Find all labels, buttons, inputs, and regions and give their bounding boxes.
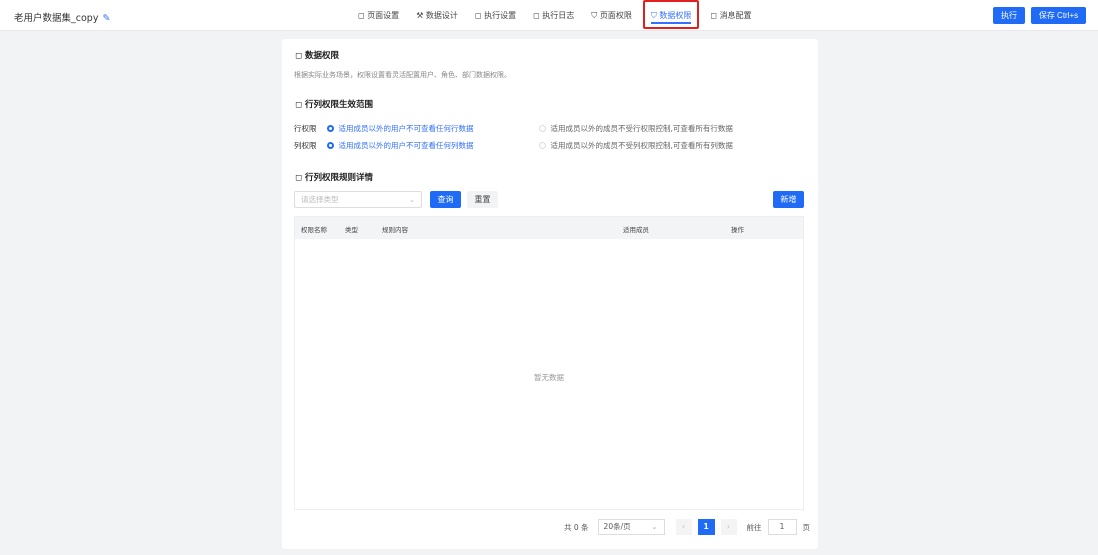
add-button[interactable]: 新增 xyxy=(773,191,804,208)
section-title: ◻ 数据权限 xyxy=(295,51,340,61)
total-count: 共 0 条 xyxy=(564,522,589,532)
goto-label: 前往 xyxy=(746,522,762,532)
tab-label: 执行日志 xyxy=(542,11,575,20)
top-bar: 老用户数据集_copy ✎ ◻ 页面设置 ⚒ 数据设计 ◻ 执行设置 ◻ 执行日志… xyxy=(0,0,1098,31)
radio-row-restrict[interactable] xyxy=(326,125,334,132)
bookmark-icon: ◻ xyxy=(533,11,540,20)
title-text: 行列权限生效范围 xyxy=(305,100,374,110)
page-unit-label: 页 xyxy=(802,522,811,532)
page-1-button[interactable]: 1 xyxy=(697,519,715,535)
radio-label: 适用成员以外的用户不可查看任何行数据 xyxy=(338,124,474,133)
title-text: 数据权限 xyxy=(305,51,340,61)
tab-data-permission[interactable]: ⛉ 数据权限 xyxy=(642,0,700,29)
next-page-button[interactable]: › xyxy=(720,519,737,535)
tab-page-settings[interactable]: ◻ 页面设置 xyxy=(352,0,405,31)
select-placeholder: 请选择类型 xyxy=(301,195,339,204)
section-title: ◻ 行列权限规则详情 xyxy=(295,173,374,183)
shield-icon: ⛉ xyxy=(650,11,657,20)
title-text: 老用户数据集_copy xyxy=(14,13,99,24)
tab-bar: ◻ 页面设置 ⚒ 数据设计 ◻ 执行设置 ◻ 执行日志 ⛉ 页面权限 ⛉ 数据权… xyxy=(352,0,763,31)
column-header: 适用成员 xyxy=(623,226,649,234)
pagination: 共 0 条 20条/页 ⌄ ‹ 1 › 前往 1 页 xyxy=(564,519,810,535)
tab-label: 页面设置 xyxy=(367,11,400,20)
dataset-title: 老用户数据集_copy ✎ xyxy=(14,10,110,24)
tab-data-design[interactable]: ⚒ 数据设计 xyxy=(410,0,464,31)
column-header: 类型 xyxy=(345,226,358,234)
col-permission-row: 列权限 适用成员以外的用户不可查看任何列数据 适用成员以外的成员不受列权限控制,… xyxy=(294,140,733,151)
content-card: ◻ 数据权限 根据实际业务场景，权限设置看灵活配置用户、角色、部门数据权限。 ◻… xyxy=(282,39,818,549)
tab-page-permission[interactable]: ⛉ 页面权限 xyxy=(585,0,638,31)
empty-state: 暂无数据 xyxy=(534,373,564,382)
tab-exec-log[interactable]: ◻ 执行日志 xyxy=(527,0,580,31)
radio-label: 适用成员以外的成员不受列权限控制,可查看所有列数据 xyxy=(550,141,733,150)
tab-label: 消息配置 xyxy=(719,11,752,20)
column-header: 权限名称 xyxy=(301,226,327,234)
chevron-down-icon: ⌄ xyxy=(408,195,415,204)
row-permission-row: 行权限 适用成员以外的用户不可查看任何行数据 适用成员以外的成员不受行权限控制,… xyxy=(294,123,733,134)
radio-col-restrict[interactable] xyxy=(326,142,334,149)
rules-table: 权限名称 类型 规则内容 适用成员 操作 暂无数据 xyxy=(294,216,804,510)
column-header: 规则内容 xyxy=(382,226,408,234)
page-size-value: 20条/页 xyxy=(603,522,631,531)
tab-label: 数据权限 xyxy=(659,11,692,20)
bookmark-icon: ◻ xyxy=(474,11,482,20)
table-header: 权限名称 类型 规则内容 适用成员 操作 xyxy=(295,217,803,239)
tools-icon: ⚒ xyxy=(416,11,424,20)
run-button[interactable]: 执行 xyxy=(993,7,1025,24)
tab-label: 执行设置 xyxy=(484,11,517,20)
prev-page-button[interactable]: ‹ xyxy=(675,519,692,535)
section-description: 根据实际业务场景，权限设置看灵活配置用户、角色、部门数据权限。 xyxy=(294,71,511,79)
shield-icon: ⛉ xyxy=(591,11,598,20)
chevron-down-icon: ⌄ xyxy=(651,522,658,531)
query-button[interactable]: 查询 xyxy=(430,191,461,208)
section-title: ◻ 行列权限生效范围 xyxy=(295,100,374,110)
row-permission-label: 行权限 xyxy=(294,124,317,133)
col-permission-label: 列权限 xyxy=(294,141,317,150)
tab-label: 页面权限 xyxy=(599,11,632,20)
tab-message-config[interactable]: ◻ 消息配置 xyxy=(704,0,757,31)
radio-col-open[interactable] xyxy=(538,142,546,149)
bookmark-icon: ◻ xyxy=(358,11,365,20)
bookmark-icon: ◻ xyxy=(710,11,718,20)
column-header: 操作 xyxy=(731,226,744,234)
save-button[interactable]: 保存 Ctrl+s xyxy=(1031,7,1086,24)
tab-label: 数据设计 xyxy=(425,11,458,20)
type-select[interactable]: 请选择类型 ⌄ xyxy=(294,191,422,208)
goto-page-input[interactable]: 1 xyxy=(767,519,797,535)
radio-row-open[interactable] xyxy=(538,125,546,132)
tab-exec-settings[interactable]: ◻ 执行设置 xyxy=(469,0,522,31)
radio-label: 适用成员以外的成员不受行权限控制,可查看所有行数据 xyxy=(550,124,733,133)
reset-button[interactable]: 重置 xyxy=(467,191,498,208)
edit-icon[interactable]: ✎ xyxy=(102,13,110,24)
page-size-select[interactable]: 20条/页 ⌄ xyxy=(597,519,665,535)
title-text: 行列权限规则详情 xyxy=(305,173,374,183)
radio-label: 适用成员以外的用户不可查看任何列数据 xyxy=(338,141,474,150)
